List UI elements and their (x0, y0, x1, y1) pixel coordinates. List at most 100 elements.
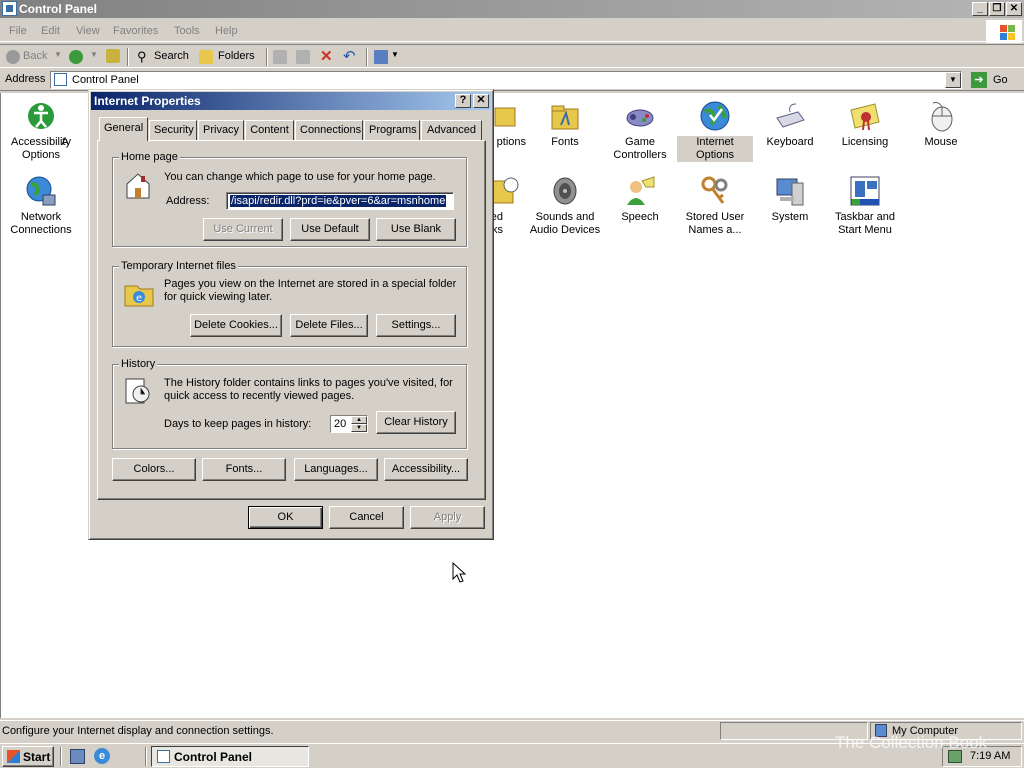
move-to-icon[interactable] (273, 50, 287, 64)
address-label: Address (5, 73, 46, 85)
address-field[interactable] (50, 71, 962, 89)
days-to-keep-spinner[interactable]: 20 ▲ ▼ (330, 415, 368, 433)
cp-internet-options[interactable]: Internet Options (677, 100, 753, 162)
internet-explorer-icon[interactable]: e (94, 748, 110, 764)
network-globe-icon (25, 175, 57, 207)
dialog-title: Internet Properties (94, 94, 201, 108)
folders-icon[interactable] (199, 50, 213, 64)
cp-item-label: Sounds and Audio Devices (529, 211, 601, 236)
control-panel-icon (54, 73, 67, 86)
back-button[interactable]: Back (23, 50, 47, 62)
accessibility-button[interactable]: Accessibility... (384, 458, 468, 481)
cp-network-connections[interactable]: Network Connections (3, 175, 79, 237)
help-button[interactable]: ? (455, 94, 471, 108)
go-button[interactable]: ➔ Go (970, 71, 1020, 89)
colors-button[interactable]: Colors... (112, 458, 196, 481)
cp-stored-user-names[interactable]: Stored User Names a... (677, 175, 753, 237)
dialog-close-button[interactable]: ✕ (473, 94, 489, 108)
cp-mouse[interactable]: Mouse (903, 100, 979, 149)
clear-history-button[interactable]: Clear History (376, 411, 456, 434)
views-icon[interactable] (374, 50, 388, 64)
spinner-up-icon[interactable]: ▲ (351, 416, 367, 424)
use-default-button[interactable]: Use Default (290, 218, 370, 241)
cp-taskbar-start-menu[interactable]: Taskbar and Start Menu (827, 175, 903, 237)
history-legend: History (119, 358, 158, 370)
views-dropdown-icon[interactable]: ▼ (391, 50, 399, 59)
go-label: Go (993, 74, 1008, 86)
back-dropdown-icon[interactable]: ▼ (54, 50, 62, 59)
cp-item-label: A (61, 136, 69, 148)
copy-to-icon[interactable] (296, 50, 310, 64)
address-dropdown-button[interactable]: ▼ (945, 72, 961, 88)
menu-favorites[interactable]: Favorites (113, 25, 158, 37)
apply-button[interactable]: Apply (410, 506, 485, 529)
temporary-files-legend: Temporary Internet files (119, 260, 238, 272)
delete-icon[interactable]: ✕ (320, 47, 333, 65)
close-button[interactable]: ✕ (1006, 2, 1022, 16)
restore-button[interactable]: ❐ (989, 2, 1005, 16)
tab-content[interactable]: Content (245, 120, 294, 140)
window-titlebar: Control Panel _ ❐ ✕ (0, 0, 1024, 18)
cp-sounds-audio[interactable]: Sounds and Audio Devices (527, 175, 603, 237)
cp-add-hardware[interactable]: A (45, 100, 85, 149)
delete-files-button[interactable]: Delete Files... (290, 314, 368, 337)
windows-logo-icon (7, 750, 20, 763)
show-desktop-icon[interactable] (70, 749, 85, 764)
status-text: Configure your Internet display and conn… (2, 725, 274, 737)
fonts-button[interactable]: Fonts... (202, 458, 286, 481)
address-field-label: Address: (166, 195, 210, 207)
computer-icon (774, 175, 806, 207)
speaker-icon (549, 175, 581, 207)
days-to-keep-label: Days to keep pages in history: (164, 418, 312, 430)
minimize-button[interactable]: _ (972, 2, 988, 16)
task-label: Control Panel (174, 750, 253, 764)
tab-advanced[interactable]: Advanced (421, 120, 482, 140)
cp-item-label: Fonts (551, 136, 579, 148)
svg-text:e: e (136, 293, 142, 304)
spinner-down-icon[interactable]: ▼ (351, 424, 367, 432)
temporary-files-description: Pages you view on the Internet are store… (164, 278, 457, 303)
settings-button[interactable]: Settings... (376, 314, 456, 337)
tab-connections[interactable]: Connections (295, 120, 363, 140)
address-value[interactable]: Control Panel (72, 74, 139, 86)
up-folder-icon[interactable] (106, 49, 120, 63)
cp-game-controllers[interactable]: Game Controllers (602, 100, 678, 162)
control-panel-icon (157, 750, 170, 763)
menu-help[interactable]: Help (215, 25, 238, 37)
mouse-cursor-icon (452, 561, 467, 587)
cp-item-label: Game Controllers (613, 136, 667, 161)
cp-licensing[interactable]: Licensing (827, 100, 903, 149)
cp-keyboard[interactable]: Keyboard (752, 100, 828, 149)
cp-system[interactable]: System (752, 175, 828, 224)
delete-cookies-button[interactable]: Delete Cookies... (190, 314, 282, 337)
cancel-button[interactable]: Cancel (329, 506, 404, 529)
menu-edit[interactable]: Edit (41, 25, 60, 37)
days-to-keep-value: 20 (334, 418, 347, 430)
folders-button[interactable]: Folders (218, 50, 255, 62)
tab-general[interactable]: General (99, 117, 148, 141)
gamepad-icon (624, 100, 656, 132)
menu-tools[interactable]: Tools (174, 25, 200, 37)
tab-programs[interactable]: Programs (364, 120, 420, 140)
task-control-panel[interactable]: Control Panel (151, 746, 309, 767)
back-arrow-icon[interactable] (6, 50, 20, 64)
start-button[interactable]: Start (2, 746, 54, 767)
cp-fonts[interactable]: Fonts (527, 100, 603, 149)
home-page-url-input[interactable]: /isapi/redir.dll?prd=ie&pver=6&ar=msnhom… (226, 192, 454, 210)
use-current-button[interactable]: Use Current (203, 218, 283, 241)
toolbar-separator (266, 48, 268, 66)
menu-view[interactable]: View (76, 25, 100, 37)
forward-arrow-icon[interactable] (69, 50, 83, 64)
tab-security[interactable]: Security (149, 120, 197, 140)
ok-button[interactable]: OK (248, 506, 323, 529)
use-blank-button[interactable]: Use Blank (376, 218, 456, 241)
tab-privacy[interactable]: Privacy (198, 120, 244, 140)
menu-file[interactable]: File (9, 25, 27, 37)
forward-dropdown-icon[interactable]: ▼ (90, 50, 98, 59)
search-icon[interactable]: ⚲ (137, 49, 147, 65)
cp-speech[interactable]: Speech (602, 175, 678, 224)
undo-icon[interactable]: ↶ (343, 47, 356, 65)
search-button[interactable]: Search (154, 50, 189, 62)
cp-item-label: Mouse (924, 136, 958, 148)
languages-button[interactable]: Languages... (294, 458, 378, 481)
